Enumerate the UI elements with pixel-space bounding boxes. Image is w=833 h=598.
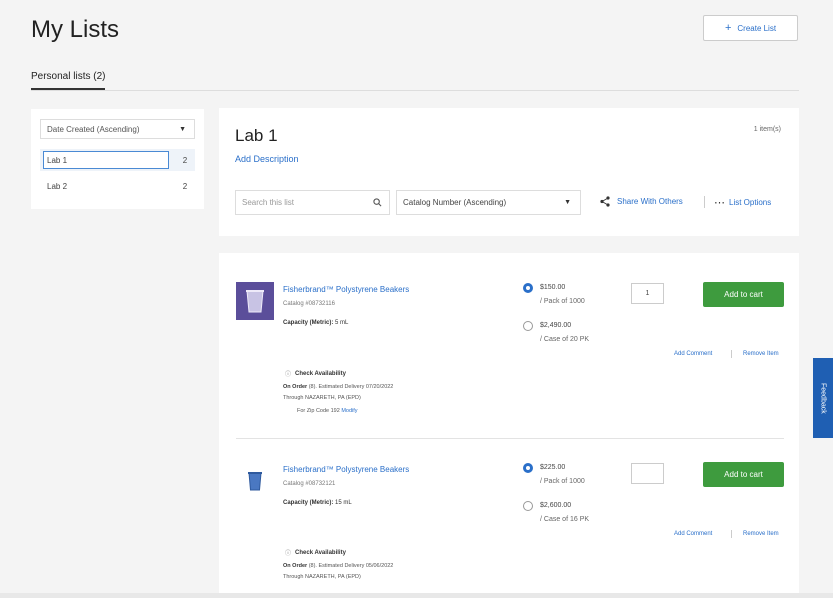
price-option-radio[interactable] — [523, 463, 533, 473]
list-count: 2 — [182, 181, 188, 191]
price-option-radio[interactable] — [523, 283, 533, 293]
order-text: (8). Estimated Delivery 05/06/2022 — [308, 563, 394, 569]
lists-sidebar: Date Created (Ascending) ▼ Lab 1 2 Lab 2… — [31, 109, 204, 209]
capacity-value: 15 mL — [335, 500, 352, 506]
plus-icon: + — [724, 22, 732, 34]
availability-label: Check Availability — [295, 549, 346, 556]
pack-size: / Pack of 1000 — [540, 478, 585, 485]
capacity-value: 5 mL — [335, 320, 349, 326]
check-availability[interactable]: ⓘ Check Availability — [285, 369, 346, 379]
catalog-sort-label: Catalog Number (Ascending) — [403, 198, 507, 207]
item-count: 1 item(s) — [753, 126, 781, 133]
add-comment-link[interactable]: Add Comment — [674, 351, 712, 357]
add-to-cart-button[interactable]: Add to cart — [703, 282, 784, 307]
more-icon: ⋯ — [714, 197, 725, 209]
search-icon — [373, 198, 382, 207]
price-value: $2,600.00 — [540, 502, 572, 509]
caret-down-icon: ▼ — [564, 199, 571, 206]
order-label: On Order — [283, 563, 308, 569]
share-icon — [600, 196, 610, 207]
price-option-radio[interactable] — [523, 321, 533, 331]
item-divider — [236, 438, 784, 439]
header-separator — [704, 196, 705, 208]
order-status: On Order (8). Estimated Delivery 05/06/2… — [283, 563, 393, 569]
feedback-tab[interactable]: Feedback — [813, 358, 833, 438]
order-text: (8). Estimated Delivery 07/20/2022 — [308, 384, 394, 390]
create-list-button[interactable]: + Create List — [703, 15, 798, 41]
list-title: Lab 1 — [235, 126, 278, 145]
share-label: Share With Others — [617, 197, 683, 206]
list-options-label: List Options — [729, 198, 772, 207]
list-count: 2 — [182, 155, 188, 165]
list-options-button[interactable]: ⋯ List Options — [714, 196, 771, 209]
pack-size: / Case of 16 PK — [540, 516, 590, 523]
product-catalog: Catalog #08732116 — [283, 301, 335, 307]
sidebar-item-lab-1[interactable]: Lab 1 2 — [40, 149, 195, 171]
zip-modify-link[interactable]: Modify — [341, 408, 357, 414]
order-status: On Order (8). Estimated Delivery 07/20/2… — [283, 384, 393, 390]
product-capacity: Capacity (Metric): 15 mL — [283, 500, 352, 506]
capacity-label: Capacity (Metric): — [283, 320, 334, 326]
ship-through: Through NAZARETH, PA (EPD) — [283, 574, 361, 580]
catalog-sort-select[interactable]: Catalog Number (Ascending) ▼ — [396, 190, 581, 215]
product-name-link[interactable]: Fisherbrand™ Polystyrene Beakers — [283, 285, 409, 294]
caret-down-icon: ▼ — [179, 125, 186, 133]
price-value: $2,490.00 — [540, 322, 572, 329]
product-capacity: Capacity (Metric): 5 mL — [283, 320, 348, 326]
sidebar-item-lab-2[interactable]: Lab 2 2 — [40, 175, 195, 197]
info-icon: ⓘ — [285, 551, 292, 557]
beaker-product-image[interactable] — [236, 462, 274, 500]
horizontal-scrollbar[interactable] — [0, 593, 833, 598]
pack-size: / Case of 20 PK — [540, 336, 590, 343]
list-header-card: Lab 1 1 item(s) Add Description Search t… — [219, 108, 799, 236]
add-comment-link[interactable]: Add Comment — [674, 531, 712, 537]
remove-item-link[interactable]: Remove Item — [743, 531, 779, 537]
ship-through: Through NAZARETH, PA (EPD) — [283, 395, 361, 401]
product-catalog: Catalog #08732121 — [283, 481, 336, 487]
share-with-others-button[interactable]: Share With Others — [600, 196, 683, 207]
page-title: My Lists — [31, 16, 120, 43]
search-input[interactable]: Search this list — [235, 190, 390, 215]
list-items-card: Fisherbrand™ Polystyrene Beakers Catalog… — [219, 253, 799, 598]
info-icon: ⓘ — [285, 372, 292, 378]
list-name: Lab 1 — [43, 151, 169, 169]
action-separator — [731, 530, 732, 538]
order-label: On Order — [283, 384, 308, 390]
price-option-radio[interactable] — [523, 501, 533, 511]
capacity-label: Capacity (Metric): — [283, 500, 334, 506]
remove-item-link[interactable]: Remove Item — [743, 351, 779, 357]
list-sort-label: Date Created (Ascending) — [47, 124, 140, 134]
tab-personal-lists[interactable]: Personal lists (2) — [31, 71, 106, 90]
list-sort-select[interactable]: Date Created (Ascending) ▼ — [40, 119, 195, 139]
tab-divider — [31, 90, 799, 91]
zip-text: For Zip Code 192 — [297, 408, 340, 414]
zip-code: For Zip Code 192 Modify — [297, 408, 358, 414]
quantity-input[interactable]: 1 — [631, 283, 664, 304]
product-name-link[interactable]: Fisherbrand™ Polystyrene Beakers — [283, 465, 409, 474]
beaker-product-image[interactable] — [236, 282, 274, 320]
add-description-link[interactable]: Add Description — [235, 154, 299, 164]
create-list-label: Create List — [737, 23, 777, 33]
availability-label: Check Availability — [295, 370, 346, 377]
search-placeholder: Search this list — [242, 198, 295, 207]
quantity-input[interactable] — [631, 463, 664, 484]
list-name: Lab 2 — [47, 181, 68, 191]
add-to-cart-button[interactable]: Add to cart — [703, 462, 784, 487]
pack-size: / Pack of 1000 — [540, 298, 585, 305]
action-separator — [731, 350, 732, 358]
price-value: $150.00 — [540, 284, 566, 291]
check-availability[interactable]: ⓘ Check Availability — [285, 548, 346, 558]
price-value: $225.00 — [540, 464, 566, 471]
